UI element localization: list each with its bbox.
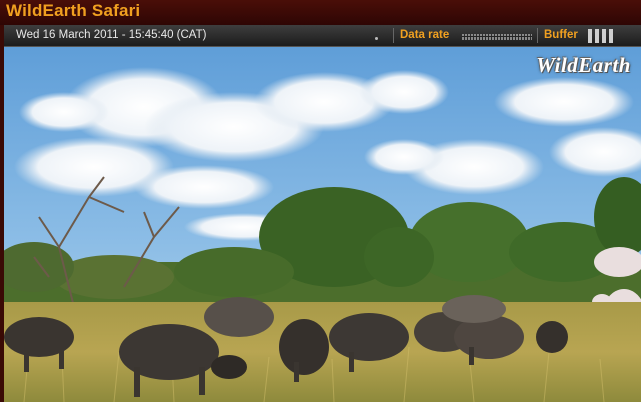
buffer-label: Buffer: [544, 29, 578, 41]
savanna-scene-image: [4, 47, 641, 402]
app-title: WildEarth Safari: [6, 1, 141, 20]
buffer-bar: [602, 29, 606, 43]
buffer-meter: [588, 29, 613, 43]
buffer-bar: [588, 29, 592, 43]
divider: [393, 28, 394, 43]
title-bar: WildEarth Safari: [0, 0, 641, 25]
indicator-dot-icon: [375, 37, 378, 40]
data-rate-label: Data rate: [400, 29, 450, 41]
wildearth-watermark: WildEarth: [536, 53, 631, 77]
video-frame[interactable]: WildEarth: [4, 47, 641, 402]
status-bar: Wed 16 March 2011 - 15:45:40 (CAT) Data …: [4, 25, 641, 47]
buffer-bar: [595, 29, 599, 43]
data-rate-meter: [462, 34, 532, 40]
timestamp: Wed 16 March 2011 - 15:45:40 (CAT): [16, 29, 207, 41]
divider: [537, 28, 538, 43]
video-player[interactable]: Wed 16 March 2011 - 15:45:40 (CAT) Data …: [4, 25, 641, 402]
buffer-bar: [609, 29, 613, 43]
